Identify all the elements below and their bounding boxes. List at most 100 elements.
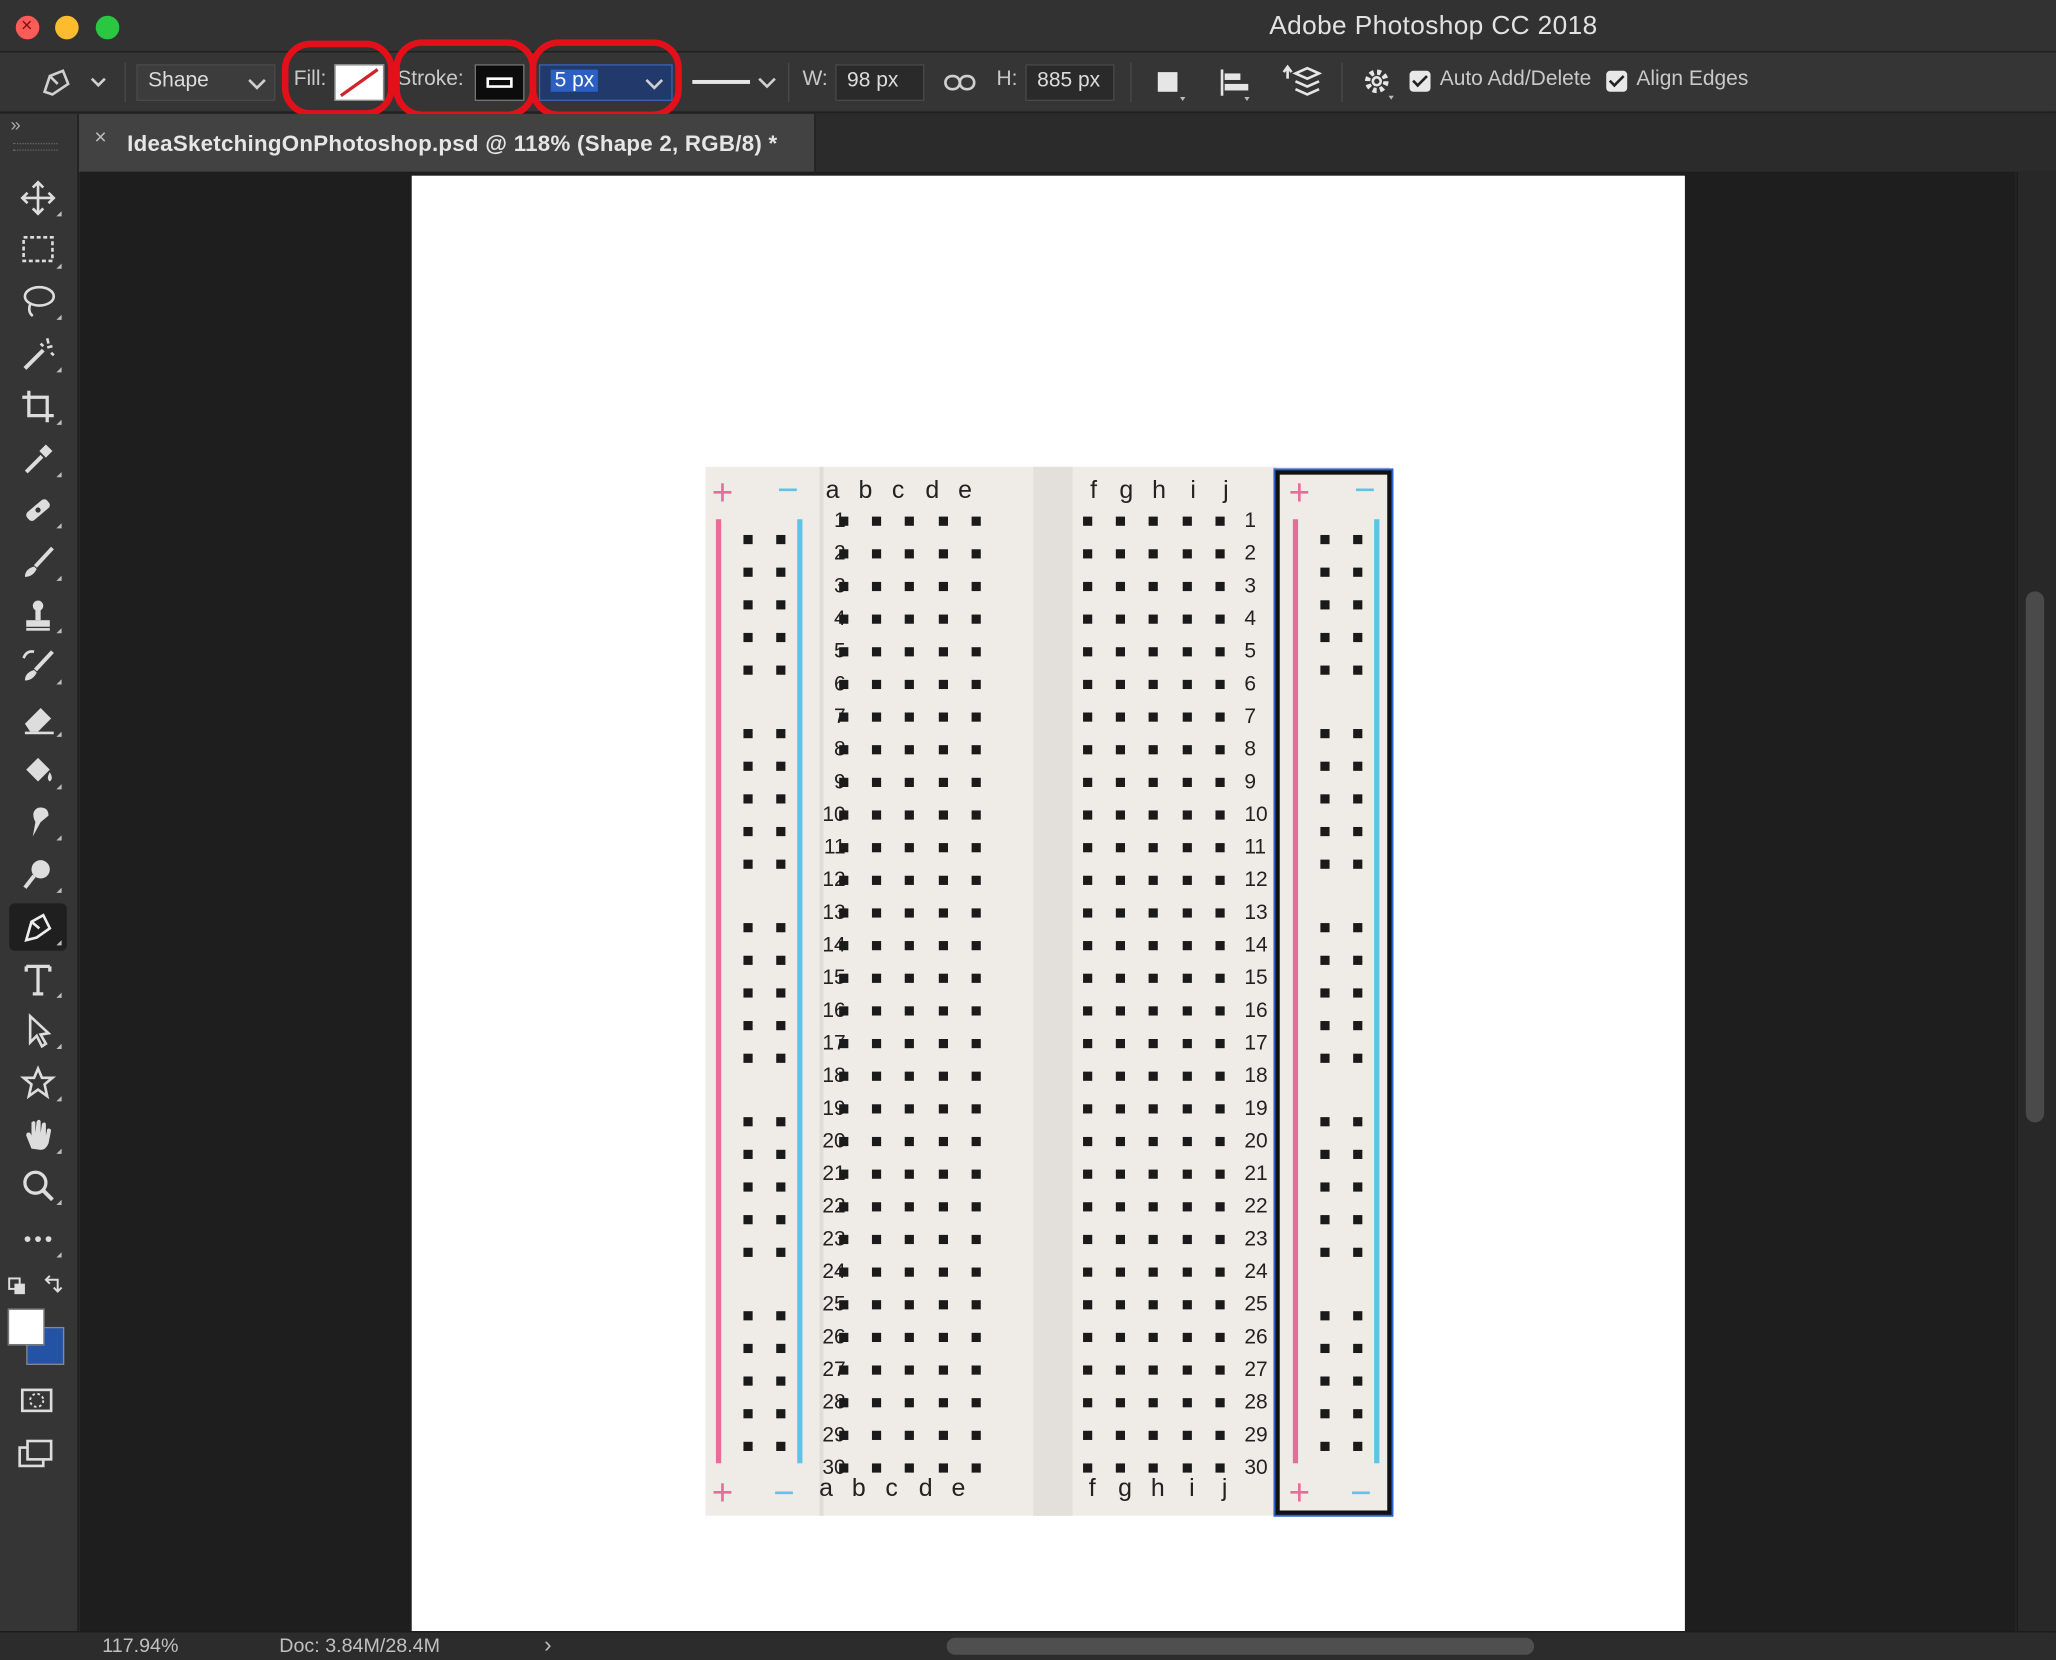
tool-type[interactable] — [9, 955, 67, 1002]
quick-mask-icon[interactable] — [16, 1383, 58, 1420]
row-number-right-9: 9 — [1244, 770, 1256, 793]
hole — [904, 1398, 914, 1408]
vertical-scrollbar[interactable] — [2016, 171, 2056, 1632]
path-alignment-icon[interactable] — [1215, 66, 1254, 103]
rail-hole — [776, 1441, 786, 1451]
row-number-right-11: 11 — [1244, 836, 1266, 859]
hole — [904, 1071, 914, 1081]
status-menu-arrow[interactable]: › — [544, 1632, 551, 1658]
horizontal-scroll-thumb[interactable] — [946, 1637, 1535, 1655]
rail-hole — [1353, 923, 1363, 933]
zoom-level[interactable]: 117.94% — [102, 1635, 178, 1657]
tool-hand[interactable] — [9, 1111, 67, 1158]
rail-hole — [1353, 794, 1363, 804]
document-tab-bar: × IdeaSketchingOnPhotoshop.psd @ 118% (S… — [78, 114, 2056, 172]
screen-mode-icon[interactable] — [16, 1436, 58, 1473]
photoshop-window: Adobe Photoshop CC 2018 Shape Fill: Stro… — [0, 0, 2056, 1660]
rail-hole — [776, 1117, 786, 1127]
tool-crop[interactable] — [9, 383, 67, 430]
column-label-bottom-j: j — [1221, 1474, 1228, 1502]
tool-more[interactable] — [9, 1215, 67, 1262]
rail-hole — [1353, 1182, 1363, 1192]
auto-add-delete-checkbox[interactable] — [1409, 70, 1431, 92]
tool-pen[interactable] — [9, 903, 67, 951]
tool-path-selection[interactable] — [9, 1007, 67, 1054]
path-operations-icon[interactable] — [1151, 66, 1190, 103]
tool-paint-bucket[interactable] — [9, 747, 67, 794]
tool-marquee[interactable] — [9, 226, 67, 273]
zoom-window-button[interactable] — [95, 15, 120, 40]
tool-magic-wand[interactable] — [9, 331, 67, 378]
rail-hole — [1320, 1021, 1330, 1031]
rail-hole — [1353, 600, 1363, 610]
rail-hole — [1320, 1441, 1330, 1451]
tool-submenu-indicator — [56, 1148, 62, 1154]
tool-healing-brush[interactable] — [9, 487, 67, 534]
default-colors-icon[interactable] — [8, 1277, 26, 1295]
rail-hole — [743, 1441, 753, 1451]
tool-dodge[interactable] — [9, 851, 67, 898]
tool-custom-shape[interactable] — [9, 1059, 67, 1106]
path-arrangement-icon[interactable] — [1280, 63, 1323, 102]
hole — [971, 1169, 981, 1179]
mode-select[interactable]: Shape — [136, 64, 276, 101]
hole — [1083, 973, 1093, 983]
panel-grip[interactable] — [13, 142, 58, 151]
row-number-right-6: 6 — [1244, 672, 1256, 695]
hole — [904, 745, 914, 755]
tool-clone-stamp[interactable] — [9, 591, 67, 638]
document-canvas[interactable]: aabbccddeeffgghhiijj11223344556677889910… — [411, 175, 1685, 1632]
gear-icon[interactable] — [1360, 64, 1399, 101]
tool-history-brush[interactable] — [9, 643, 67, 690]
hole — [904, 647, 914, 657]
column-label-top-d: d — [925, 476, 939, 504]
close-window-button[interactable] — [15, 14, 40, 40]
hole — [1083, 777, 1093, 787]
link-icon[interactable] — [943, 71, 977, 95]
left-rail-plus-bottom: + — [712, 1472, 733, 1513]
expand-panel-icon[interactable]: » — [10, 114, 20, 135]
width-input[interactable]: 98 px — [835, 64, 925, 101]
rail-hole — [776, 534, 786, 545]
rail-hole — [743, 1215, 753, 1225]
hole — [1182, 647, 1192, 657]
foreground-color-swatch[interactable] — [7, 1308, 45, 1346]
document-tab[interactable]: × IdeaSketchingOnPhotoshop.psd @ 118% (S… — [78, 114, 816, 172]
hole — [938, 1430, 948, 1440]
hole — [1182, 614, 1192, 624]
vertical-scroll-thumb[interactable] — [2025, 591, 2045, 1123]
tool-brush[interactable] — [9, 539, 67, 586]
row-number-right-14: 14 — [1244, 934, 1268, 957]
rail-hole — [776, 1409, 786, 1419]
hole — [971, 875, 981, 885]
hole — [1182, 1006, 1192, 1016]
hole — [871, 810, 882, 820]
tool-preset-picker[interactable] — [37, 63, 116, 102]
tool-smudge[interactable] — [9, 799, 67, 846]
tool-submenu-indicator — [56, 367, 62, 373]
rail-hole — [1353, 1343, 1363, 1354]
canvas-area[interactable]: aabbccddeeffgghhiijj11223344556677889910… — [79, 171, 2016, 1632]
tool-lasso[interactable] — [9, 278, 67, 325]
align-edges-label: Align Edges — [1636, 68, 1749, 91]
close-tab-icon[interactable]: × — [94, 127, 106, 151]
tool-eyedropper[interactable] — [9, 435, 67, 482]
align-edges-checkbox[interactable] — [1606, 70, 1628, 92]
tool-zoom[interactable] — [9, 1163, 67, 1210]
swap-colors-icon[interactable] — [42, 1274, 63, 1295]
hole — [1083, 941, 1093, 951]
hole — [1083, 908, 1093, 918]
height-input[interactable]: 885 px — [1025, 64, 1115, 101]
hole — [1215, 941, 1225, 951]
column-label-bottom-i: i — [1189, 1474, 1195, 1502]
lasso-icon — [23, 286, 56, 318]
hole — [1182, 941, 1192, 951]
stroke-style-select[interactable] — [686, 64, 778, 101]
tool-move[interactable] — [9, 174, 67, 221]
tool-eraser[interactable] — [9, 695, 67, 742]
hole — [1182, 712, 1192, 722]
minimize-window-button[interactable] — [55, 15, 79, 40]
hole — [1215, 1136, 1225, 1147]
rail-hole — [1353, 632, 1363, 643]
rail-hole — [743, 826, 753, 837]
